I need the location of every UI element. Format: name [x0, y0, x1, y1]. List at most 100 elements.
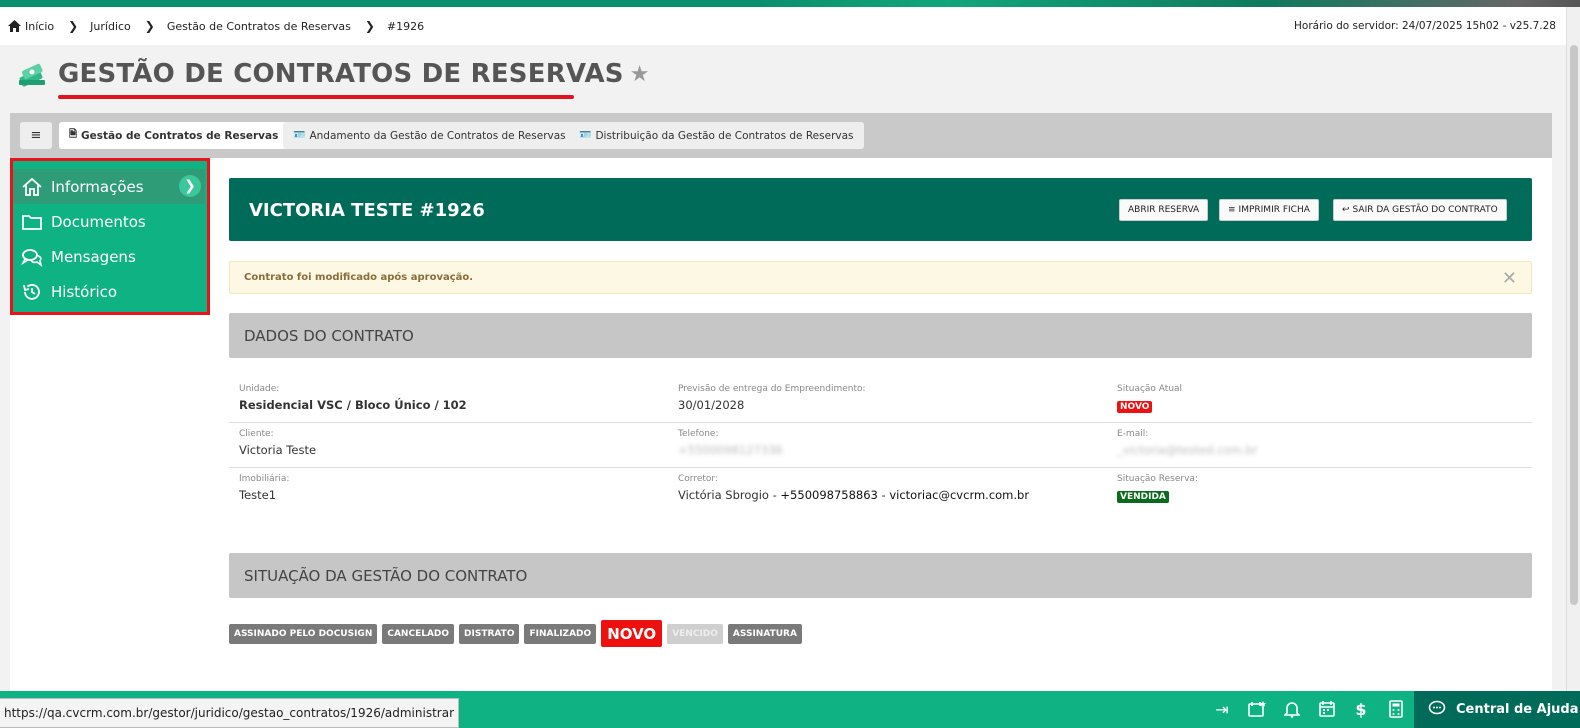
field-situacao-atual: Situação Atual NOVO [1117, 384, 1182, 413]
calendar-star-icon[interactable] [1247, 699, 1267, 719]
chat-bubble-icon [1428, 700, 1446, 720]
sidebar-item-documentos[interactable]: Documentos [13, 204, 207, 239]
field-imobiliaria: Imobiliária: Teste1 [239, 474, 289, 502]
tab-andamento[interactable]: 🪪 Andamento da Gestão de Contratos de Re… [283, 122, 576, 149]
alert-message: Contrato foi modificado após aprovação. [244, 272, 474, 283]
data-row: Imobiliária: Teste1 Corretor: Victória S… [229, 468, 1532, 513]
field-value: Residencial VSC / Bloco Único / 102 [239, 398, 467, 412]
contract-header: VICTORIA TESTE #1926 ABRIR RESERVA ≡ IMP… [229, 178, 1532, 241]
separator: - [877, 488, 890, 502]
breadcrumb-bar: Início ❯ Jurídico ❯ Gestão de Contratos … [0, 7, 1566, 45]
field-label: Telefone: [678, 429, 719, 439]
id-card-icon: 🪪 [293, 130, 306, 141]
corretor-name: Victória Sbrogio [678, 488, 769, 502]
sidebar-item-label: Mensagens [51, 247, 136, 266]
bell-icon[interactable] [1282, 699, 1302, 719]
status-pill-vencido[interactable]: VENCIDO [667, 623, 723, 644]
status-pill-assinatura[interactable]: ASSINATURA [727, 623, 802, 644]
help-center-button[interactable]: Central de Ajuda [1414, 691, 1580, 728]
chevron-right-icon: ❯ [179, 175, 201, 197]
status-pill-distrato[interactable]: DISTRATO [459, 623, 520, 644]
status-pill-novo[interactable]: NOVO [601, 620, 663, 647]
status-pill-docusign[interactable]: ASSINADO PELO DOCUSIGN [229, 623, 378, 644]
contract-data-grid: Unidade: Residencial VSC / Bloco Único /… [229, 378, 1532, 513]
field-value: Teste1 [239, 488, 277, 502]
print-sheet-button[interactable]: ≡ IMPRIMIR FICHA [1219, 199, 1319, 221]
scroll-thumb[interactable] [1570, 45, 1578, 605]
hamburger-icon: ≡ [30, 128, 42, 143]
field-telefone: Telefone: +5500098127336 [678, 429, 783, 457]
data-row: Unidade: Residencial VSC / Bloco Único /… [229, 378, 1532, 423]
chat-icon [21, 248, 43, 267]
field-cliente: Cliente: Victoria Teste [239, 429, 316, 457]
status-pill-finalizado[interactable]: FINALIZADO [524, 623, 597, 644]
status-pills: ASSINADO PELO DOCUSIGN CANCELADO DISTRAT… [229, 620, 807, 647]
field-value: Victória Sbrogio - +550098758863 - victo… [678, 488, 1029, 502]
button-label: ABRIR RESERVA [1128, 205, 1200, 215]
sign-out-icon[interactable]: ⇥ [1212, 699, 1232, 719]
tabs-strip: ≡ 🗎 Gestão de Contratos de Reservas 🪪 An… [10, 113, 1552, 158]
field-label: Situação Atual [1117, 384, 1183, 394]
field-label: Cliente: [239, 429, 274, 439]
open-reservation-button[interactable]: ABRIR RESERVA [1119, 199, 1209, 221]
breadcrumb-gestao[interactable]: Gestão de Contratos de Reservas [167, 20, 351, 33]
menu-toggle-button[interactable]: ≡ [20, 122, 52, 149]
folder-icon [22, 214, 42, 230]
section-header-dados: DADOS DO CONTRATO [229, 313, 1532, 358]
chevron-right-icon: ❯ [68, 19, 79, 33]
corretor-phone: +550098758863 [780, 488, 878, 502]
sidebar-item-mensagens[interactable]: Mensagens [13, 239, 207, 274]
sidebar-item-historico[interactable]: Histórico [13, 274, 207, 309]
top-stripe [0, 0, 1580, 7]
field-email: E-mail: _victoria@tested.com.br [1117, 429, 1257, 457]
id-card-icon: 🪪 [579, 130, 592, 141]
sidebar-item-label: Histórico [51, 282, 118, 301]
field-label: Previsão de entrega do Empreendimento: [678, 384, 866, 394]
chevron-right-icon: ❯ [364, 19, 375, 33]
tab-label: Gestão de Contratos de Reservas [81, 129, 279, 142]
dollar-icon[interactable]: $ [1351, 699, 1371, 719]
sidebar-item-informacoes[interactable]: Informações ❯ [13, 169, 205, 204]
data-row: Cliente: Victoria Teste Telefone: +55000… [229, 423, 1532, 468]
field-previsao: Previsão de entrega do Empreendimento: 3… [678, 384, 866, 412]
status-url: https://qa.cvcrm.com.br/gestor/juridico/… [0, 698, 459, 728]
title-row: GESTÃO DE CONTRATOS DE RESERVAS ★ [16, 58, 649, 90]
field-corretor: Corretor: Victória Sbrogio - +5500987588… [678, 474, 1029, 502]
money-stack-icon [19, 63, 45, 87]
exit-contract-button[interactable]: ↩ SAIR DA GESTÃO DO CONTRATO [1333, 199, 1507, 221]
field-label: Imobiliária: [239, 474, 290, 484]
breadcrumb-current: #1926 [386, 19, 425, 33]
server-time: Horário do servidor: 24/07/2025 15h02 - … [1294, 20, 1556, 32]
section-header-situacao: SITUAÇÃO DA GESTÃO DO CONTRATO [229, 553, 1532, 598]
tab-label: Andamento da Gestão de Contratos de Rese… [309, 129, 566, 142]
calculator-icon[interactable] [1386, 699, 1406, 719]
breadcrumb-label: Início [25, 19, 55, 33]
separator: - [768, 488, 781, 502]
field-value: 30/01/2028 [678, 398, 745, 412]
close-icon[interactable]: ✕ [1502, 268, 1517, 289]
calendar-icon[interactable] [1317, 699, 1337, 719]
sidebar-item-label: Documentos [51, 212, 146, 231]
chevron-right-icon: ❯ [144, 19, 155, 33]
document-icon: 🗎 [69, 129, 78, 140]
help-label: Central de Ajuda [1456, 702, 1579, 717]
field-label: Situação Reserva: [1117, 474, 1198, 484]
reply-icon: ↩ [1342, 205, 1350, 215]
status-pill-cancelado[interactable]: CANCELADO [382, 623, 455, 644]
field-value: Victoria Teste [239, 443, 317, 457]
breadcrumb-home[interactable]: Início [8, 20, 54, 33]
tab-label: Distribuição da Gestão de Contratos de R… [595, 129, 854, 142]
star-icon[interactable]: ★ [630, 62, 650, 87]
status-badge: NOVO [1117, 401, 1153, 413]
field-label: Unidade: [239, 384, 280, 394]
home-icon [22, 177, 42, 196]
field-unidade: Unidade: Residencial VSC / Bloco Único /… [239, 384, 467, 412]
breadcrumb-juridico[interactable]: Jurídico [90, 20, 131, 33]
status-badge: VENDIDA [1117, 491, 1169, 503]
tab-distribuicao[interactable]: 🪪 Distribuição da Gestão de Contratos de… [569, 122, 864, 149]
home-icon [8, 20, 21, 32]
scrollbar[interactable] [1566, 7, 1580, 691]
tab-gestao[interactable]: 🗎 Gestão de Contratos de Reservas [59, 122, 289, 149]
field-label: E-mail: [1117, 429, 1149, 439]
history-icon [23, 283, 40, 300]
